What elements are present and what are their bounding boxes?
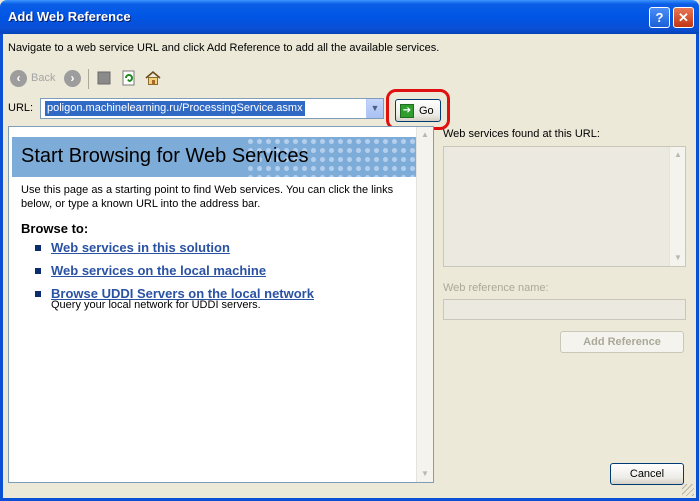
services-found-list[interactable]: ▲ ▼ [443, 146, 686, 267]
window-title: Add Web Reference [8, 9, 131, 24]
scroll-up-icon[interactable]: ▲ [670, 147, 686, 163]
services-scrollbar[interactable]: ▲ ▼ [669, 147, 685, 266]
intro-text: Use this page as a starting point to fin… [21, 184, 394, 210]
url-input[interactable]: poligon.machinelearning.ru/ProcessingSer… [45, 101, 305, 116]
browse-heading: Start Browsing for Web Services [21, 145, 309, 167]
uddi-description: Query your local network for UDDI server… [51, 299, 261, 311]
refresh-icon [122, 70, 135, 86]
go-button[interactable]: ➔ Go [395, 99, 441, 122]
stop-button[interactable] [96, 67, 112, 89]
refresh-button[interactable] [121, 67, 137, 89]
toolbar-separator [88, 69, 89, 89]
back-label: Back [31, 72, 56, 84]
back-arrow-icon: ‹ [10, 69, 27, 87]
scroll-up-icon[interactable]: ▲ [417, 127, 433, 143]
help-button[interactable]: ? [649, 7, 670, 28]
forward-button[interactable]: › [64, 67, 81, 89]
stop-icon [97, 71, 111, 85]
back-button[interactable]: ‹ Back [10, 67, 55, 89]
list-item: Web services on the local machine [35, 263, 266, 278]
url-label: URL: [8, 102, 34, 114]
browser-scrollbar[interactable]: ▲ ▼ [416, 127, 433, 482]
scroll-down-icon[interactable]: ▼ [670, 250, 686, 266]
chevron-down-icon[interactable]: ▼ [366, 99, 383, 118]
web-reference-name-field[interactable] [443, 299, 686, 320]
add-reference-button[interactable]: Add Reference [560, 331, 684, 353]
browser-pane: Start Browsing for Web Services Use this… [8, 126, 434, 483]
scroll-down-icon[interactable]: ▼ [417, 466, 433, 482]
home-button[interactable] [145, 67, 161, 89]
bullet-icon [35, 244, 41, 251]
resize-grip-icon[interactable] [682, 484, 694, 496]
url-combobox[interactable]: poligon.machinelearning.ru/ProcessingSer… [40, 98, 384, 119]
forward-arrow-icon: › [64, 69, 81, 87]
cancel-button[interactable]: Cancel [610, 463, 684, 485]
web-reference-name-label: Web reference name: [443, 282, 549, 294]
instructions-text: Navigate to a web service URL and click … [8, 42, 440, 54]
browse-to-label: Browse to: [21, 221, 89, 236]
go-label: Go [419, 104, 434, 117]
go-arrow-icon: ➔ [400, 103, 414, 118]
browse-banner: Start Browsing for Web Services [12, 137, 416, 177]
home-icon [145, 70, 161, 85]
services-found-label: Web services found at this URL: [443, 128, 600, 140]
bullet-icon [35, 267, 41, 274]
link-solution-services[interactable]: Web services in this solution [51, 240, 230, 255]
title-bar: Add Web Reference ? ✕ [0, 0, 699, 34]
close-button[interactable]: ✕ [673, 7, 694, 28]
link-local-machine-services[interactable]: Web services on the local machine [51, 263, 266, 278]
bullet-icon [35, 290, 41, 297]
list-item: Web services in this solution [35, 240, 230, 255]
